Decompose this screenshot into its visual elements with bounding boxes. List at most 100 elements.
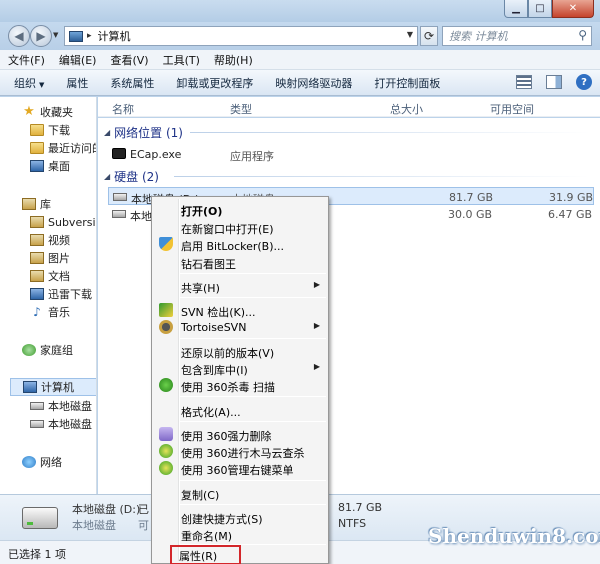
nav-label: 库 (40, 198, 51, 211)
menu-item-properties[interactable]: 属性(R) (170, 545, 241, 564)
map-drive-button[interactable]: 映射网络驱动器 (275, 75, 352, 91)
nav-local-d[interactable]: 本地磁盘 (D (30, 415, 96, 433)
nav-label: 文档 (48, 270, 70, 283)
breadcrumb-computer[interactable]: 计算机 (98, 28, 131, 44)
column-total[interactable]: 总大小 (390, 101, 423, 117)
nav-music[interactable]: ♪ 音乐 (30, 303, 96, 321)
menu-separator (180, 273, 326, 274)
menu-item-open[interactable]: 打开(O) (154, 200, 326, 218)
menu-label: 共享(H) (181, 282, 220, 295)
group-network-location[interactable]: ◢ 网络位置 (1) (104, 124, 183, 141)
group-hard-disks[interactable]: ◢ 硬盘 (2) (104, 168, 159, 185)
menu-label: 复制(C) (181, 489, 220, 502)
menu-item-create-shortcut[interactable]: 创建快捷方式(S) (154, 508, 326, 526)
nav-local-c[interactable]: 本地磁盘 (C (30, 397, 96, 415)
menu-item-360-manage-menu[interactable]: 使用 360管理右键菜单 (154, 459, 326, 477)
nav-label: 收藏夹 (40, 106, 73, 119)
menu-item-format[interactable]: 格式化(A)... (154, 401, 326, 419)
nav-libraries[interactable]: 库 (22, 195, 96, 213)
application-icon (112, 148, 126, 159)
shield-icon (159, 237, 173, 251)
nav-recent[interactable]: 最近访问的 (30, 139, 96, 157)
menu-item-360-force-delete[interactable]: 使用 360强力删除 (154, 425, 326, 443)
menu-label: 使用 360杀毒 扫描 (181, 381, 275, 394)
tortoise-icon (159, 320, 173, 334)
address-dropdown-icon[interactable]: ▼ (407, 30, 413, 39)
minimize-button[interactable]: ▁ (504, 0, 528, 18)
menu-item-rename[interactable]: 重命名(M) (154, 525, 326, 543)
column-type[interactable]: 类型 (230, 101, 252, 117)
nav-homegroup[interactable]: 家庭组 (22, 341, 96, 359)
back-button[interactable]: ◀ (8, 25, 30, 47)
breadcrumb-separator[interactable]: ▸ (87, 31, 92, 41)
address-bar[interactable]: ▸ 计算机 ▼ (64, 26, 418, 46)
properties-button[interactable]: 属性 (66, 75, 88, 91)
column-free[interactable]: 可用空间 (490, 101, 534, 117)
menu-item-bitlocker[interactable]: 启用 BitLocker(B)... (154, 235, 326, 253)
menu-item-restore-versions[interactable]: 还原以前的版本(V) (154, 342, 326, 360)
menu-separator (180, 504, 326, 505)
item-total: 30.0 GB (448, 208, 493, 221)
nav-videos[interactable]: 视频 (30, 231, 96, 249)
forward-button[interactable]: ▶ (30, 25, 52, 47)
uninstall-button[interactable]: 卸载或更改程序 (176, 75, 253, 91)
help-icon[interactable]: ? (576, 74, 592, 90)
menu-item-360-trojan-cloud[interactable]: 使用 360进行木马云查杀 (154, 442, 326, 460)
submenu-arrow-icon: ▶ (313, 280, 320, 289)
nav-favorites[interactable]: ★ 收藏夹 (22, 103, 96, 121)
nav-thunder[interactable]: 迅雷下载 (30, 285, 96, 303)
view-controls: ? (516, 74, 592, 90)
menu-separator (180, 297, 326, 298)
collapse-icon: ◢ (104, 172, 111, 181)
list-item[interactable]: ECap.exe 应用程序 (108, 145, 594, 163)
menu-item-open-new-window[interactable]: 在新窗口中打开(E) (154, 218, 326, 236)
status-selected: 已选择 1 项 (8, 548, 66, 561)
details-type: 本地磁盘 (72, 519, 116, 532)
computer-icon (23, 381, 37, 393)
view-options-icon[interactable] (516, 75, 532, 89)
column-name[interactable]: 名称 (112, 101, 134, 117)
large-drive-icon (22, 507, 58, 529)
preview-pane-icon[interactable] (546, 75, 562, 89)
group-divider (174, 176, 590, 177)
nav-subversion[interactable]: Subversion (30, 213, 96, 231)
nav-desktop[interactable]: 桌面 (30, 157, 96, 175)
system-properties-button[interactable]: 系统属性 (110, 75, 154, 91)
details-filesystem: NTFS (338, 517, 367, 530)
menu-label: 使用 360管理右键菜单 (181, 464, 294, 477)
history-dropdown-icon[interactable]: ▼ (53, 31, 58, 39)
search-input[interactable]: 搜索 计算机 ⚲ (442, 26, 592, 46)
nav-documents[interactable]: 文档 (30, 267, 96, 285)
group-label: 网络位置 (1) (114, 126, 183, 140)
nav-downloads[interactable]: 下载 (30, 121, 96, 139)
menu-item-360-scan[interactable]: 使用 360杀毒 扫描 (154, 376, 326, 394)
maximize-button[interactable]: □ (528, 0, 552, 18)
control-panel-button[interactable]: 打开控制面板 (374, 75, 440, 91)
close-button[interactable]: ✕ (552, 0, 594, 18)
menu-item-copy[interactable]: 复制(C) (154, 484, 326, 502)
nav-computer[interactable]: 计算机 (10, 378, 96, 396)
nav-pictures[interactable]: 图片 (30, 249, 96, 267)
nav-label: 下载 (48, 124, 70, 137)
refresh-button[interactable]: ⟳ (420, 26, 438, 46)
menu-file[interactable]: 文件(F) (8, 52, 45, 68)
menu-view[interactable]: 查看(V) (110, 52, 148, 68)
menu-item-tortoisesvn[interactable]: TortoiseSVN ▶ (154, 318, 326, 336)
library-icon (30, 216, 44, 228)
menu-tools[interactable]: 工具(T) (163, 52, 200, 68)
nav-label: 网络 (40, 456, 62, 469)
menu-item-diamond-viewer[interactable]: 钻石看图王 (154, 253, 326, 271)
svn-icon (159, 303, 173, 317)
menu-item-share[interactable]: 共享(H) ▶ (154, 277, 326, 295)
desktop-icon (30, 160, 44, 172)
menu-edit[interactable]: 编辑(E) (59, 52, 97, 68)
menu-item-include-library[interactable]: 包含到库中(I) ▶ (154, 359, 326, 377)
organize-button[interactable]: 组织 ▼ (14, 75, 44, 91)
video-library-icon (30, 234, 44, 246)
menu-help[interactable]: 帮助(H) (214, 52, 253, 68)
menu-label: 格式化(A)... (181, 406, 241, 419)
details-name: 本地磁盘 (D:) (72, 503, 141, 516)
menu-item-svn-checkout[interactable]: SVN 检出(K)... (154, 301, 326, 319)
folder-icon (30, 124, 44, 136)
nav-network[interactable]: 网络 (22, 453, 96, 471)
